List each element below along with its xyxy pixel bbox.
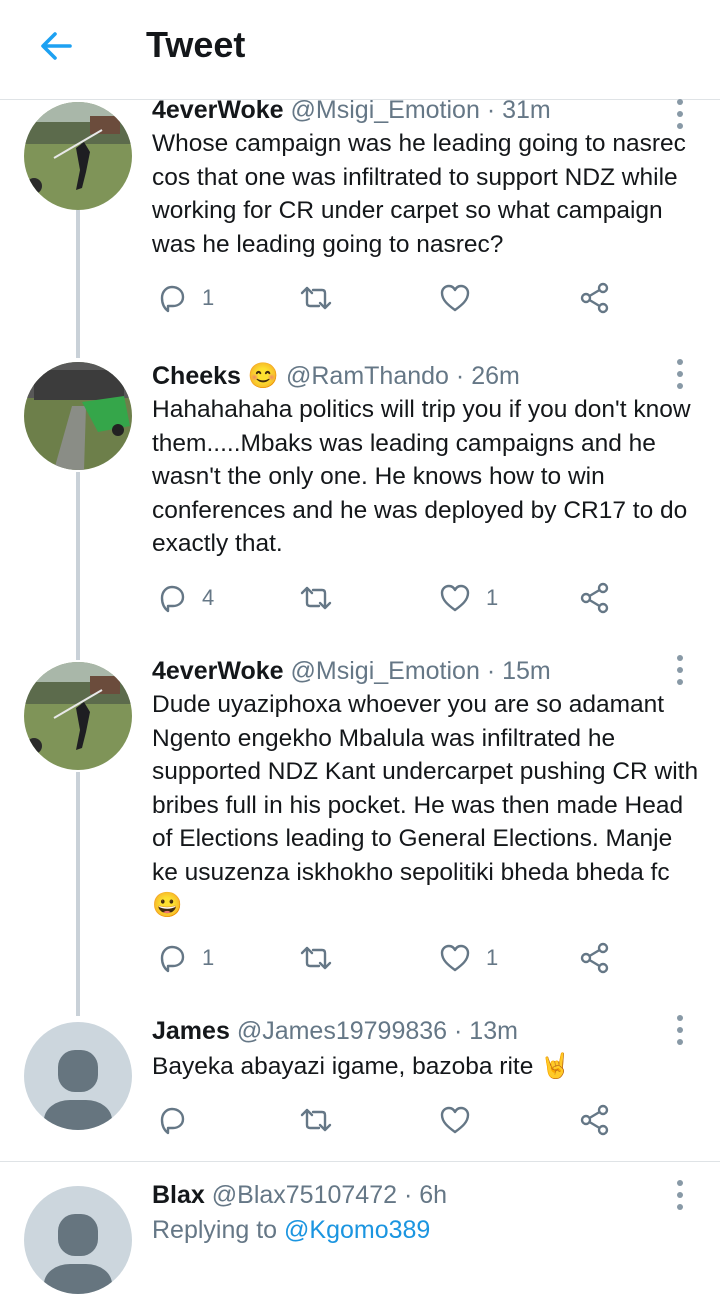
share-icon — [580, 582, 609, 614]
heart-icon — [440, 1106, 470, 1134]
share-icon — [580, 942, 609, 974]
thread-line — [76, 472, 80, 660]
tweet-text: Whose campaign was he leading going to n… — [152, 130, 686, 258]
tweet-header: James @James19799836 · 13m — [152, 1017, 518, 1045]
avatar[interactable] — [24, 1022, 132, 1130]
share-icon — [580, 282, 609, 314]
retweet-icon — [300, 946, 332, 970]
display-name[interactable]: 4everWoke — [152, 657, 284, 685]
timestamp[interactable]: 15m — [502, 657, 551, 685]
share-icon — [580, 1104, 609, 1136]
retweet-button[interactable] — [298, 278, 348, 318]
retweet-icon — [300, 286, 332, 310]
reply-button[interactable]: 1 — [156, 938, 214, 978]
like-button[interactable] — [438, 1100, 486, 1140]
share-button[interactable] — [578, 578, 612, 618]
like-button[interactable]: 1 — [438, 938, 498, 978]
tweet-header: 4everWoke @Msigi_Emotion · 31m — [152, 96, 551, 124]
handle[interactable]: @RamThando — [286, 362, 449, 390]
thread-line — [76, 210, 80, 358]
avatar[interactable] — [24, 662, 132, 770]
reply-button[interactable]: 4 — [156, 578, 214, 618]
retweet-button[interactable] — [298, 1100, 348, 1140]
reply-count: 4 — [202, 585, 215, 610]
replying-to-link[interactable]: @Kgomo389 — [284, 1216, 430, 1244]
share-button[interactable] — [578, 1100, 612, 1140]
like-button[interactable]: 1 — [438, 578, 498, 618]
reply-icon — [160, 945, 185, 973]
timestamp[interactable]: 6h — [419, 1181, 447, 1209]
display-name[interactable]: 4everWoke — [152, 96, 284, 124]
avatar[interactable] — [24, 1186, 132, 1294]
default-avatar-icon — [44, 1050, 112, 1130]
display-name[interactable]: Cheeks — [152, 362, 241, 390]
replying-to: Replying to @Kgomo389 — [152, 1216, 430, 1245]
handle[interactable]: @Msigi_Emotion — [291, 657, 480, 685]
divider — [0, 1161, 720, 1162]
more-options-icon[interactable] — [668, 1175, 692, 1215]
like-count: 1 — [486, 945, 499, 970]
replying-to-label: Replying to — [152, 1216, 285, 1244]
tweet-header: Blax @Blax75107472 · 6h — [152, 1181, 448, 1209]
top-bar: Tweet — [0, 0, 720, 100]
tweet-text: Dude uyaziphoxa whoever you are so adama… — [152, 691, 699, 919]
tweet-actions: 1 — [152, 278, 672, 318]
heart-icon — [440, 584, 470, 612]
more-options-icon[interactable] — [668, 354, 692, 394]
tweet-header: Cheeks 😊 @RamThando · 26m — [152, 362, 520, 390]
tweet-text: Hahahahaha politics will trip you if you… — [152, 396, 691, 557]
reply-button[interactable] — [156, 1100, 202, 1140]
more-options-icon[interactable] — [668, 650, 692, 690]
handle[interactable]: @James19799836 — [237, 1017, 447, 1045]
display-name[interactable]: James — [152, 1017, 230, 1045]
reply-icon — [160, 285, 185, 313]
tweet-header: 4everWoke @Msigi_Emotion · 15m — [152, 657, 551, 685]
page-title: Tweet — [146, 24, 246, 65]
tweet-actions: 1 1 — [152, 938, 672, 978]
tweet-actions: 4 1 — [152, 578, 672, 618]
heart-icon — [440, 284, 470, 312]
avatar[interactable] — [24, 102, 132, 210]
reply-count: 1 — [202, 945, 215, 970]
timestamp[interactable]: 26m — [471, 362, 520, 390]
timestamp[interactable]: 13m — [469, 1017, 518, 1045]
reply-count: 1 — [202, 285, 215, 310]
share-button[interactable] — [578, 278, 612, 318]
tweet-actions — [152, 1100, 672, 1140]
reply-icon — [160, 1107, 185, 1135]
back-arrow-icon[interactable] — [36, 26, 76, 66]
tweet-text: Bayeka abayazi igame, bazoba rite 🤘 — [152, 1053, 571, 1080]
thread-line — [76, 772, 80, 1016]
emoji: 😊 — [247, 362, 280, 390]
like-count: 1 — [486, 585, 499, 610]
retweet-icon — [300, 1108, 332, 1132]
handle[interactable]: @Msigi_Emotion — [291, 96, 480, 124]
display-name[interactable]: Blax — [152, 1181, 205, 1209]
timestamp[interactable]: 31m — [502, 96, 551, 124]
retweet-button[interactable] — [298, 578, 348, 618]
retweet-button[interactable] — [298, 938, 348, 978]
share-button[interactable] — [578, 938, 612, 978]
default-avatar-icon — [44, 1214, 112, 1294]
more-options-icon[interactable] — [668, 1010, 692, 1050]
retweet-icon — [300, 586, 332, 610]
reply-button[interactable]: 1 — [156, 278, 214, 318]
heart-icon — [440, 944, 470, 972]
like-button[interactable] — [438, 278, 486, 318]
reply-icon — [160, 585, 185, 613]
avatar[interactable] — [24, 362, 132, 470]
handle[interactable]: @Blax75107472 — [212, 1181, 397, 1209]
